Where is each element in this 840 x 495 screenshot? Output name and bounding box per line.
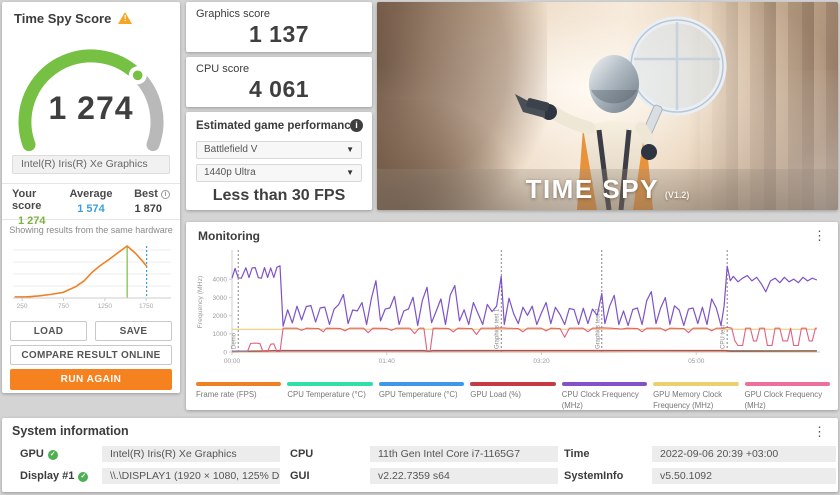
legend-color-bar [196, 382, 282, 386]
hero-caption-band: TIME SPY (V1.2) [377, 169, 838, 210]
svg-text:250: 250 [17, 303, 28, 310]
run-again-button[interactable]: RUN AGAIN [10, 369, 172, 390]
save-button[interactable]: SAVE [95, 321, 172, 341]
svg-text:Demo: Demo [232, 332, 238, 349]
legend-item: CPU Temperature (°C) [287, 382, 373, 411]
svg-text:4000: 4000 [213, 277, 228, 284]
cpu-score-label: CPU score [196, 63, 250, 75]
legend-label: GPU Load (%) [470, 390, 521, 399]
legend-color-bar [744, 382, 830, 386]
cpu-score-value: 4 061 [248, 76, 310, 102]
gpu-name-field[interactable]: Intel(R) Iris(R) Xe Graphics [12, 155, 170, 174]
distribution-note: Showing results from the same hardware [9, 225, 173, 235]
svg-text:3000: 3000 [213, 295, 228, 302]
sys-value-gpu: Intel(R) Iris(R) Xe Graphics [102, 446, 280, 462]
hero-version: (V1.2) [664, 189, 690, 200]
score-distribution-chart: 250 750 1250 1750 [13, 245, 171, 310]
score-stats-row: Your score 1 274 Average 1 574 Best i 1 … [2, 183, 180, 227]
legend-color-bar [653, 382, 739, 386]
chevron-down-icon: ▼ [346, 168, 354, 177]
legend-label: Frame rate (FPS) [196, 390, 257, 399]
stat-best: Best i 1 870 [117, 188, 171, 219]
system-information-panel: System information ⋮ GPU ✓ Intel(R) Iris(… [2, 418, 838, 492]
legend-label: GPU Clock Frequency (MHz) [744, 390, 823, 410]
graphics-score-label: Graphics score [196, 8, 270, 20]
svg-text:05:00: 05:00 [688, 358, 705, 365]
svg-text:750: 750 [58, 303, 69, 310]
estimated-game-performance-title: Estimated game performance [196, 120, 358, 132]
legend-color-bar [287, 382, 373, 386]
graphics-score-value: 1 137 [248, 21, 310, 47]
graphics-score-card: Graphics score 1 137 [186, 2, 372, 52]
legend-label: GPU Memory Clock Frequency (MHz) [653, 390, 722, 410]
system-information-title: System information [12, 424, 129, 438]
legend-item: GPU Temperature (°C) [378, 382, 465, 411]
chevron-down-icon: ▼ [346, 145, 354, 154]
monitoring-legend: Frame rate (FPS) CPU Temperature (°C) GPU … [196, 382, 830, 411]
legend-item: GPU Memory Clock Frequency (MHz) [653, 382, 739, 411]
check-icon: ✓ [78, 472, 89, 482]
time-spy-score-panel: Time Spy Score 1 274 Intel(R) Iris(R) Xe… [2, 2, 180, 393]
best-info-icon[interactable]: i [161, 190, 171, 199]
legend-item: Frame rate (FPS) [196, 382, 282, 411]
monitoring-chart: 0 1000 2000 3000 4000 Frequency (MHz) 00:00 01:… [197, 250, 820, 365]
game-select[interactable]: Battlefield V ▼ [196, 141, 362, 159]
warning-icon[interactable] [118, 11, 133, 24]
svg-text:2000: 2000 [213, 313, 228, 320]
svg-text:00:00: 00:00 [224, 358, 241, 365]
legend-item: GPU Clock Frequency (MHz) [744, 382, 830, 411]
sys-value-gui: v2.22.7359 s64 [370, 468, 558, 484]
score-gauge [2, 26, 180, 152]
time-spy-hero-image: TIME SPY (V1.2) [377, 2, 838, 210]
total-score-value: 1 274 [48, 90, 134, 126]
check-icon: ✓ [47, 450, 58, 460]
fps-estimate: Less than 30 FPS [212, 187, 346, 204]
compare-result-online-button[interactable]: COMPARE RESULT ONLINE [10, 345, 172, 365]
load-button[interactable]: LOAD [10, 321, 87, 341]
legend-color-bar [561, 382, 648, 386]
score-panel-header: Time Spy Score [14, 11, 133, 26]
legend-label: CPU Clock Frequency (MHz) [561, 390, 639, 410]
score-panel-title: Time Spy Score [14, 11, 112, 26]
svg-text:03:20: 03:20 [533, 358, 550, 365]
svg-text:01:40: 01:40 [379, 358, 396, 365]
svg-text:0: 0 [223, 349, 227, 356]
sys-value-cpu: 11th Gen Intel Core i7-1165G7 [370, 446, 558, 462]
legend-label: CPU Temperature (°C) [287, 390, 366, 399]
svg-text:1000: 1000 [213, 331, 228, 338]
sys-label-systeminfo: SystemInfo [564, 470, 624, 482]
gauge-knob [132, 70, 143, 81]
preset-select[interactable]: 1440p Ultra ▼ [196, 164, 362, 182]
cpu-score-card: CPU score 4 061 [186, 57, 372, 107]
legend-label: GPU Temperature (°C) [378, 390, 458, 399]
svg-text:Frequency (MHz): Frequency (MHz) [197, 276, 204, 329]
kebab-menu-icon[interactable]: ⋮ [809, 227, 830, 245]
sys-label-cpu: CPU [290, 448, 314, 460]
hero-title: TIME SPY [525, 174, 659, 204]
svg-text:1250: 1250 [98, 303, 113, 310]
sys-value-time: 2022-09-06 20:39 +03:00 [652, 446, 836, 462]
kebab-menu-icon[interactable]: ⋮ [809, 423, 830, 441]
legend-color-bar [470, 382, 556, 386]
sys-value-systeminfo: v5.50.1092 [652, 468, 836, 484]
stat-your-score: Your score 1 274 [12, 188, 46, 227]
stat-average: Average 1 574 [69, 188, 113, 215]
info-icon[interactable]: i [350, 119, 363, 132]
svg-text:1750: 1750 [139, 303, 154, 310]
sys-label-display: Display #1 ✓ [20, 468, 89, 484]
sys-label-gpu: GPU ✓ [20, 446, 58, 462]
estimated-game-performance-card: Estimated game performance i Battlefield… [186, 112, 372, 210]
monitoring-panel: Monitoring ⋮ 0 1000 2000 3000 4000 Frequency … [186, 222, 838, 410]
sys-label-time: Time [564, 448, 590, 460]
monitoring-title: Monitoring [198, 229, 260, 243]
sys-value-display: \\.\DISPLAY1 (1920 × 1080, 125% DPI scal… [102, 468, 280, 484]
legend-color-bar [378, 382, 465, 386]
legend-item: GPU Load (%) [470, 382, 556, 411]
legend-item: CPU Clock Frequency (MHz) [561, 382, 648, 411]
sys-label-gui: GUI [290, 470, 310, 482]
